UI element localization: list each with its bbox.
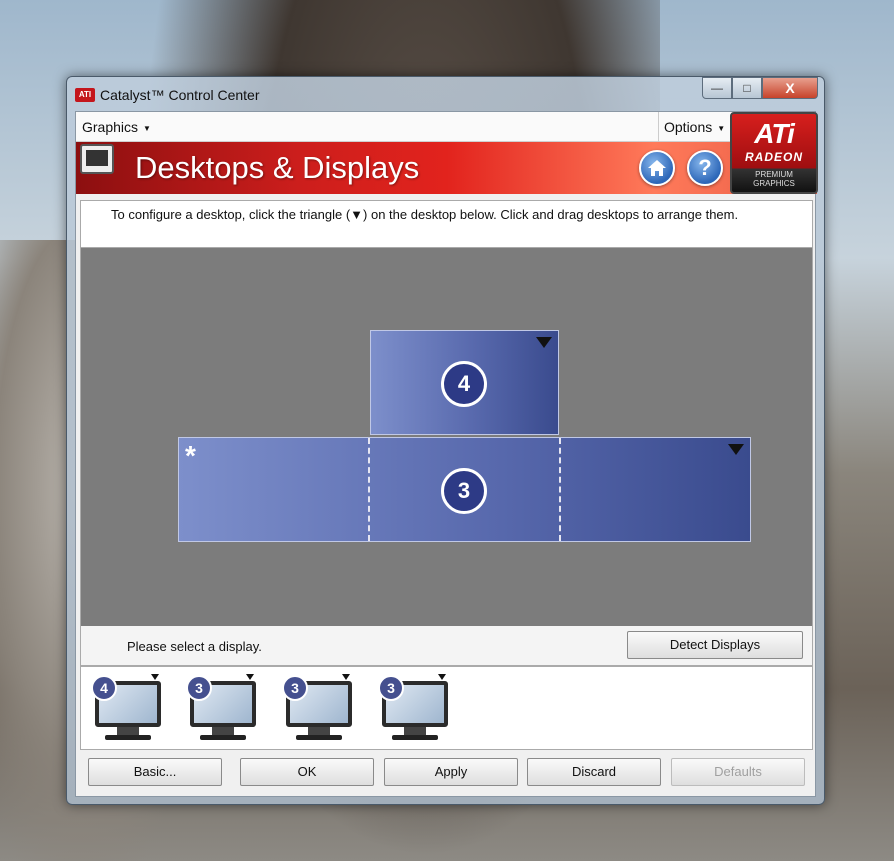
display-thumbnail[interactable]: 3 — [182, 671, 264, 747]
primary-desktop-marker: * — [185, 440, 196, 471]
window-controls: — □ X — [702, 77, 818, 99]
instruction-text: To configure a desktop, click the triang… — [111, 207, 739, 222]
monitor-base — [296, 735, 342, 740]
desktop-3-number-badge: 3 — [441, 468, 487, 514]
desktop-3[interactable]: * 3 — [178, 437, 751, 542]
display-menu-triangle-icon[interactable] — [151, 674, 159, 680]
menu-bar: Graphics ▼ Options ▼ — [76, 112, 731, 142]
display-number-badge: 4 — [91, 675, 117, 701]
window-title: Catalyst™ Control Center — [100, 87, 260, 103]
desktop-4-menu-triangle-icon[interactable] — [536, 337, 552, 348]
displays-page-icon — [80, 144, 114, 174]
logo-tagline-1: PREMIUM — [755, 170, 793, 179]
display-number-badge: 3 — [186, 675, 212, 701]
minimize-button[interactable]: — — [702, 77, 732, 99]
display-thumbnail[interactable]: 4 — [87, 671, 169, 747]
title-bar[interactable]: ATI Catalyst™ Control Center — □ X — [67, 77, 824, 111]
display-menu-triangle-icon[interactable] — [342, 674, 350, 680]
desktop-arrangement-area[interactable]: 4 * 3 — [80, 248, 813, 626]
catalyst-window: ATI Catalyst™ Control Center — □ X Graph… — [66, 76, 825, 805]
status-row: Please select a display. Detect Displays — [80, 626, 813, 666]
desktop-4-number-badge: 4 — [441, 361, 487, 407]
display-thumbnail[interactable]: 3 — [374, 671, 456, 747]
page-title: Desktops & Displays — [135, 150, 420, 185]
ati-app-icon: ATI — [75, 88, 95, 102]
chevron-down-icon: ▼ — [717, 123, 726, 133]
chevron-down-icon: ▼ — [143, 123, 151, 133]
basic-button[interactable]: Basic... — [88, 758, 222, 786]
display-menu-triangle-icon[interactable] — [438, 674, 446, 680]
page-banner: Desktops & Displays ? — [76, 142, 817, 194]
monitor-base — [392, 735, 438, 740]
apply-button[interactable]: Apply — [384, 758, 518, 786]
home-icon — [648, 160, 666, 176]
display-divider — [368, 438, 370, 541]
logo-brand: ATi — [754, 118, 795, 149]
graphics-menu[interactable]: Graphics ▼ — [82, 119, 151, 135]
status-text: Please select a display. — [127, 639, 262, 654]
logo-tagline-2: GRAPHICS — [753, 179, 795, 188]
close-button[interactable]: X — [762, 77, 818, 99]
desktop-4[interactable]: 4 — [370, 330, 559, 435]
maximize-button[interactable]: □ — [732, 77, 762, 99]
help-icon: ? — [698, 155, 712, 180]
monitor-base — [105, 735, 151, 740]
instruction-panel: To configure a desktop, click the triang… — [80, 200, 813, 248]
client-area: Graphics ▼ Options ▼ Desktops & Displays ?… — [75, 111, 818, 797]
display-divider — [559, 438, 561, 541]
detect-displays-button[interactable]: Detect Displays — [627, 631, 803, 659]
defaults-button: Defaults — [671, 758, 805, 786]
display-menu-triangle-icon[interactable] — [246, 674, 254, 680]
logo-product: RADEON — [744, 150, 803, 164]
display-number-badge: 3 — [378, 675, 404, 701]
graphics-menu-label: Graphics — [82, 119, 139, 135]
options-menu-label: Options — [664, 119, 713, 135]
help-button[interactable]: ? — [687, 150, 723, 186]
home-button[interactable] — [639, 150, 675, 186]
display-thumbnail-strip: 4 3 3 3 — [80, 666, 813, 750]
ok-button[interactable]: OK — [240, 758, 374, 786]
options-menu[interactable]: Options ▼ — [658, 112, 725, 142]
logo-tagline: PREMIUM GRAPHICS — [732, 170, 816, 188]
discard-button[interactable]: Discard — [527, 758, 661, 786]
monitor-base — [200, 735, 246, 740]
ati-radeon-logo: ATi RADEON PREMIUM GRAPHICS — [730, 112, 818, 194]
desktop-3-menu-triangle-icon[interactable] — [728, 444, 744, 455]
display-number-badge: 3 — [282, 675, 308, 701]
display-thumbnail[interactable]: 3 — [278, 671, 360, 747]
